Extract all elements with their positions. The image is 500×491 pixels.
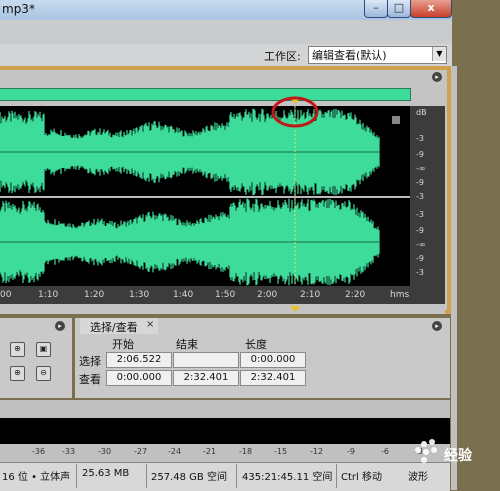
status-disk-free: 257.48 GB 空间 [151,472,227,483]
meter-label: -33 [62,447,76,456]
zoom-in-icon[interactable]: ⊕ [10,342,25,357]
selection-length-field[interactable]: 0:00.000 [240,352,306,368]
tab-label: 选择/查看 [90,321,138,334]
time-unit-label: hms [390,290,410,300]
maximize-button[interactable]: □ [387,0,411,18]
svg-text:经验: 经验 [444,447,473,464]
overview-bar[interactable] [0,88,411,101]
meter-label: -9 [347,447,355,456]
time-tick-label: 2:20 [345,290,366,300]
zoom-in-vertical-icon[interactable]: ⊕ [10,366,25,381]
meter-label: -21 [203,447,217,456]
time-tick-label: 2:10 [300,290,321,300]
waveform-svg [0,106,410,286]
db-label: -9 [416,150,424,159]
watermark-logo: 经验 [415,439,473,464]
db-label: -3 [416,210,424,219]
status-divider [146,464,147,488]
time-tick-label: 1:50 [215,290,236,300]
length-header: 长度 [245,338,267,351]
db-label: -∞ [416,240,426,249]
selection-end-field[interactable] [173,352,239,368]
close-icon[interactable]: × [146,319,154,330]
time-tick-label: 1:30 [129,290,150,300]
time-tick-label: 2:00 [257,290,278,300]
view-row-label: 查看 [79,373,101,386]
panel-menu-icon[interactable]: ▸ [55,321,65,331]
background-area [452,0,500,490]
status-format: 16 位 • 立体声 [2,472,71,483]
vertical-scrollbar[interactable] [451,66,457,490]
level-meter-bar [0,418,450,444]
meter-label: -18 [239,447,253,456]
status-divider [76,464,77,488]
zoom-selection-icon[interactable]: ▣ [36,342,51,357]
meter-label: -12 [310,447,324,456]
amplitude-ruler: dB -3 -9 -∞ -9 -3 -3 -9 -∞ -9 -3 [410,106,445,286]
status-divider [336,464,337,488]
selection-row-label: 选择 [79,355,101,368]
status-hint: Ctrl 移动 [341,472,382,483]
status-file-size: 25.63 MB [82,468,130,479]
playhead-marker-bottom[interactable] [0,304,445,314]
editor-footer [0,304,445,314]
toolbar-area [0,20,457,44]
selection-start-field[interactable]: 2:06.522 [106,352,172,368]
db-label: -3 [416,268,424,277]
waveform-display[interactable] [0,106,410,286]
timeline-ruler[interactable]: 00 1:10 1:20 1:30 1:40 1:50 2:00 2:10 2:… [0,286,445,304]
zoom-corner-icon [392,116,400,124]
meter-label: -36 [32,447,46,456]
meter-label: -30 [98,447,112,456]
view-start-field[interactable]: 0:00.000 [106,370,172,386]
db-label: -9 [416,254,424,263]
view-length-field[interactable]: 2:32.401 [240,370,306,386]
meter-label: -15 [274,447,288,456]
chevron-down-icon[interactable]: ▼ [432,47,446,61]
workspace-value: 编辑查看(默认) [312,49,387,62]
time-tick-label: 1:40 [173,290,194,300]
end-header: 结束 [176,338,198,351]
meter-label: -6 [381,447,389,456]
status-time-free: 435:21:45.11 空间 [242,472,333,483]
db-label: -9 [416,178,424,187]
db-label: -3 [416,134,424,143]
db-label: -3 [416,192,424,201]
playhead-overlay [271,96,319,128]
meter-label: -24 [168,447,182,456]
db-label: -9 [416,226,424,235]
panel-menu-icon[interactable]: ▸ [432,321,442,331]
workspace-label: 工作区: [264,50,301,63]
panel-menu-icon[interactable]: ▸ [432,72,442,82]
minimize-button[interactable]: – [364,0,388,18]
time-tick-label: 00 [0,290,12,300]
time-tick-label: 1:10 [38,290,59,300]
window-title: mp3* [2,2,35,16]
db-label: dB [416,108,427,117]
meter-label: -27 [134,447,148,456]
close-button[interactable]: x [410,0,452,18]
view-end-field[interactable]: 2:32.401 [173,370,239,386]
db-label: -∞ [416,164,426,173]
zoom-out-vertical-icon[interactable]: ⊖ [36,366,51,381]
status-divider [236,464,237,488]
start-header: 开始 [112,338,134,351]
time-tick-label: 1:20 [84,290,105,300]
